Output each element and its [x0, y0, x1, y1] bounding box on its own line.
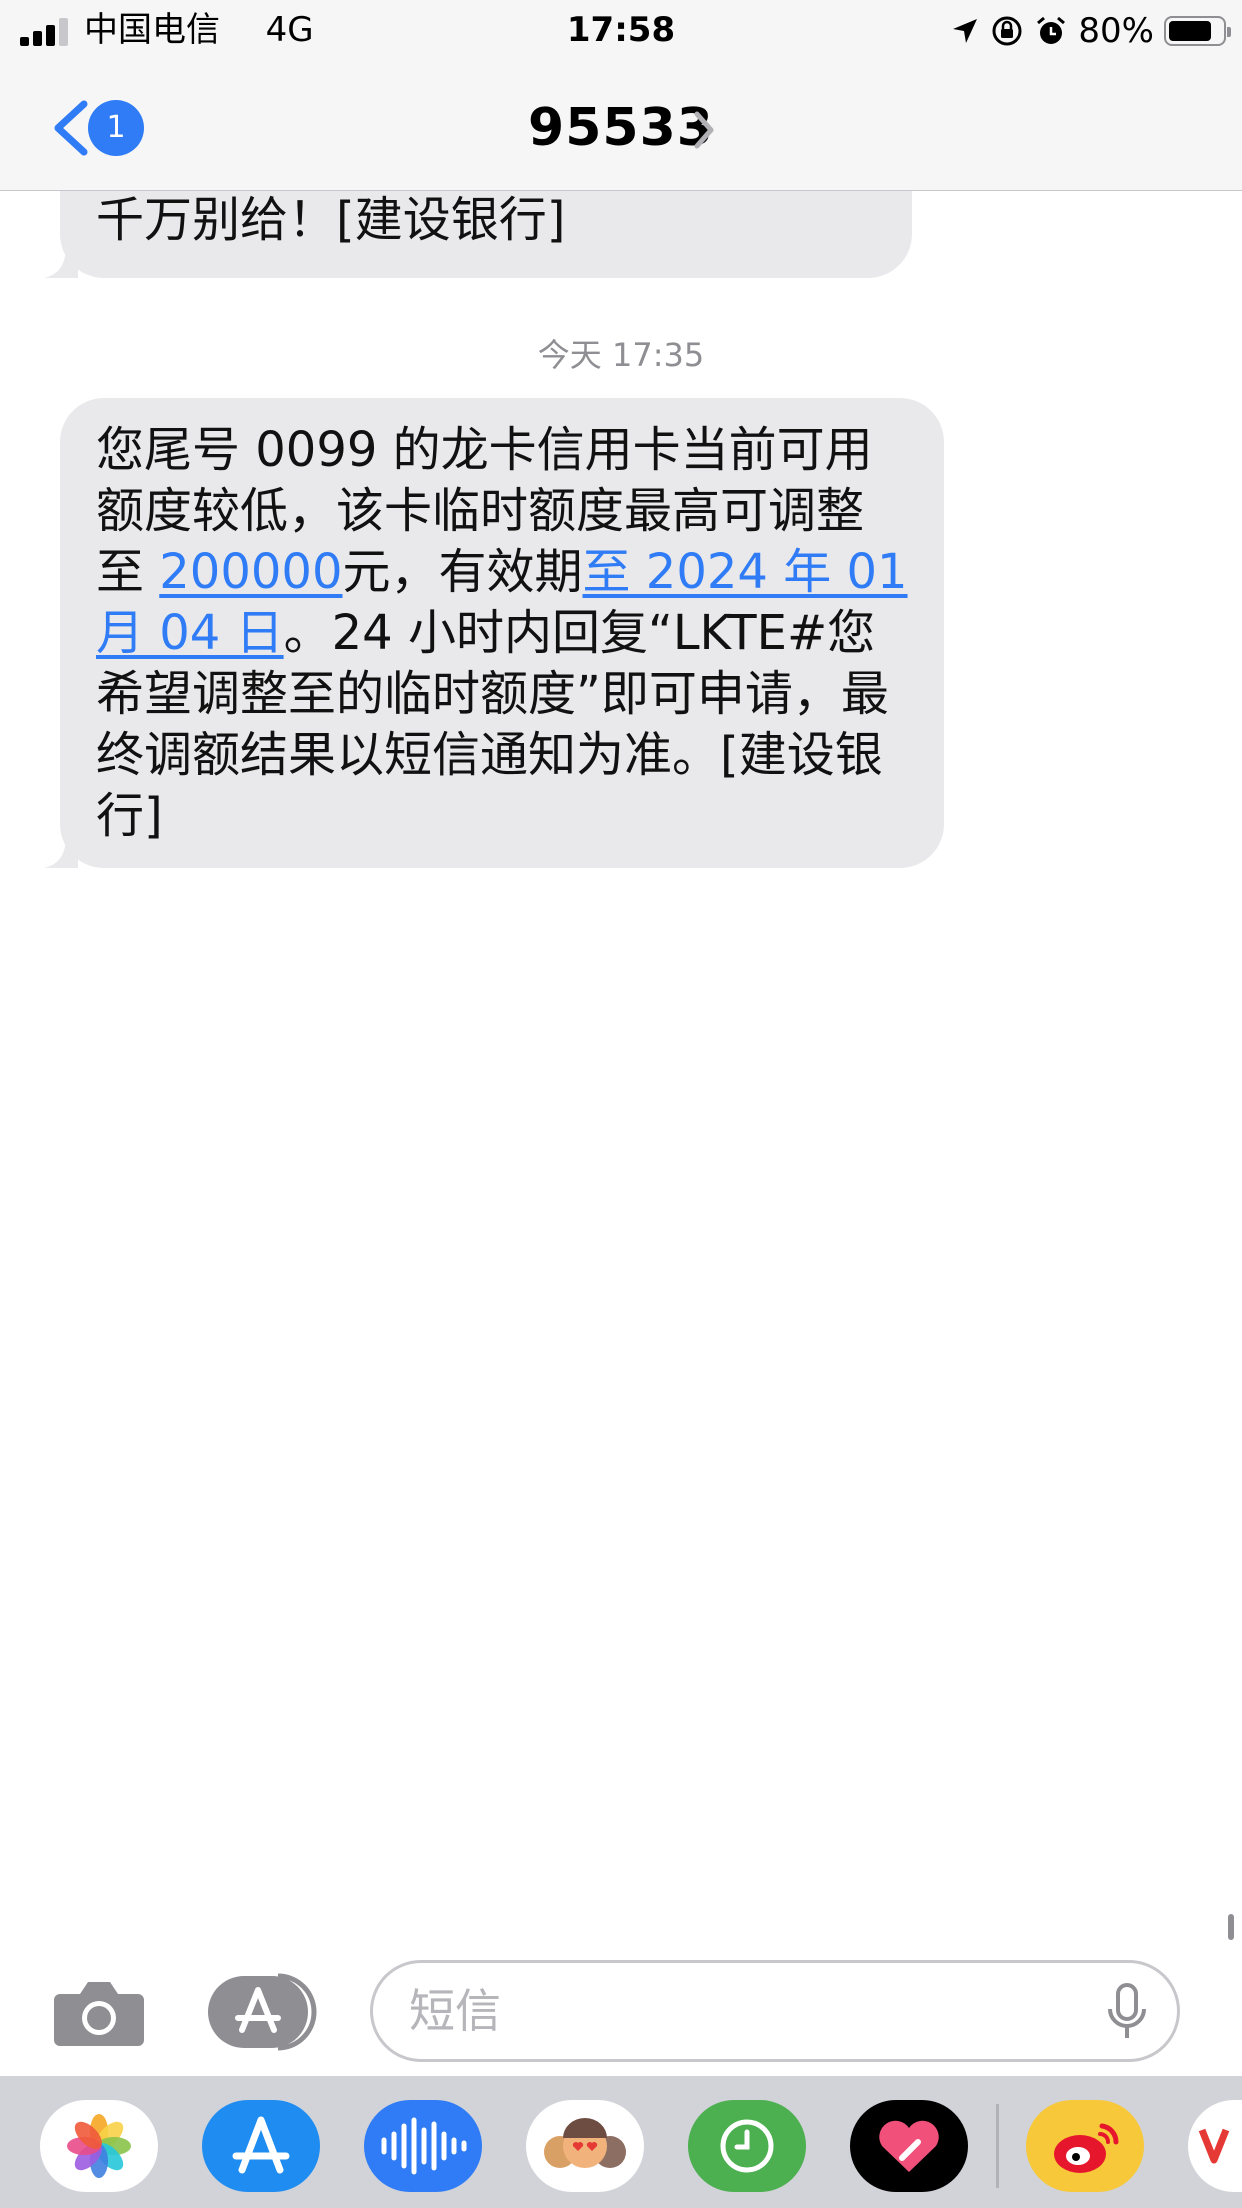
imessage-app-drawer	[0, 2076, 1242, 2208]
contact-title[interactable]: 95533	[0, 96, 1242, 160]
photos-app-icon[interactable]	[40, 2100, 158, 2192]
alarm-icon	[1037, 16, 1066, 44]
battery-level-fill	[1169, 21, 1211, 41]
message-input-container[interactable]	[370, 1960, 1180, 2062]
drawer-divider	[996, 2104, 999, 2188]
audio-message-app-icon[interactable]	[364, 2100, 482, 2192]
battery-percentage: 80%	[1078, 11, 1154, 51]
message-input[interactable]	[409, 1981, 1069, 2041]
chevron-right-icon[interactable]	[692, 110, 716, 150]
message-timestamp: 今天 17:35	[537, 336, 705, 374]
amount-link[interactable]: 200000	[159, 544, 342, 600]
weibo-app-icon[interactable]	[1026, 2100, 1144, 2192]
message-text: 千万别给！[建设银行]	[96, 192, 566, 248]
scrollbar[interactable]	[1228, 1914, 1234, 1940]
location-arrow-icon	[953, 19, 978, 43]
app-store-icon[interactable]	[208, 1972, 318, 2052]
microphone-icon[interactable]	[1107, 1983, 1147, 2043]
bubble-tail	[44, 834, 78, 868]
digital-touch-app-icon[interactable]	[688, 2100, 806, 2192]
navigation-header: 中国电信 4G 17:58 80% 1 95533	[0, 0, 1242, 191]
partial-app-icon[interactable]	[1188, 2100, 1242, 2192]
rotation-lock-icon	[992, 16, 1022, 46]
status-icons: 80%	[950, 10, 1231, 52]
app-store-app-icon[interactable]	[202, 2100, 320, 2192]
message-bubble-incoming[interactable]: 您尾号 0099 的龙卡信用卡当前可用额度较低，该卡临时额度最高可调整至 200…	[60, 398, 944, 868]
battery-icon	[1164, 16, 1231, 46]
status-bar: 中国电信 4G 17:58 80%	[0, 0, 1242, 62]
message-text-part2: 元，有效期	[342, 544, 583, 600]
memoji-app-icon[interactable]	[526, 2100, 644, 2192]
heart-sticker-app-icon[interactable]	[850, 2100, 968, 2192]
camera-icon[interactable]	[54, 1976, 144, 2048]
bubble-tail	[44, 244, 78, 278]
